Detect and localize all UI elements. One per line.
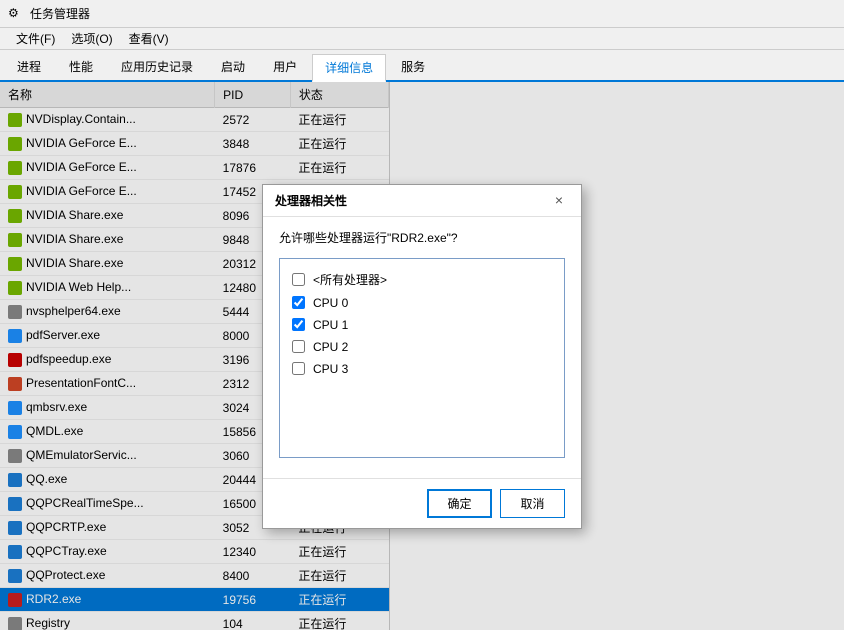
dialog-footer: 确定 取消 <box>263 478 581 528</box>
dialog-title-bar: 处理器相关性 × <box>263 185 581 217</box>
dialog-overlay: 处理器相关性 × 允许哪些处理器运行"RDR2.exe"? <所有处理器> CP… <box>0 82 844 630</box>
dialog-description: 允许哪些处理器运行"RDR2.exe"? <box>279 229 565 246</box>
tab-processes[interactable]: 进程 <box>4 53 54 80</box>
processor-affinity-dialog: 处理器相关性 × 允许哪些处理器运行"RDR2.exe"? <所有处理器> CP… <box>262 184 582 529</box>
dialog-body: 允许哪些处理器运行"RDR2.exe"? <所有处理器> CPU 0CPU 1C… <box>263 217 581 470</box>
cpu-all-label[interactable]: <所有处理器> <box>313 271 387 288</box>
cpu-all-item: <所有处理器> <box>288 267 556 292</box>
tab-bar: 进程 性能 应用历史记录 启动 用户 详细信息 服务 <box>0 50 844 82</box>
cpu-1-checkbox[interactable] <box>292 318 305 331</box>
cpu-list-box: <所有处理器> CPU 0 CPU 1 CPU 2 CPU 3 <box>279 258 565 458</box>
cpu-2-label[interactable]: CPU 2 <box>313 340 348 354</box>
dialog-close-button[interactable]: × <box>549 190 569 210</box>
cpu-2-checkbox[interactable] <box>292 340 305 353</box>
menu-view[interactable]: 查看(V) <box>121 28 177 49</box>
cpu-2-item: CPU 2 <box>288 336 556 358</box>
cpu-all-checkbox[interactable] <box>292 273 305 286</box>
confirm-button[interactable]: 确定 <box>427 489 492 518</box>
cpu-0-item: CPU 0 <box>288 292 556 314</box>
cpu-3-label[interactable]: CPU 3 <box>313 362 348 376</box>
main-content: 名称 PID 状态 NVDisplay.Contain...2572正在运行NV… <box>0 82 844 630</box>
tab-startup[interactable]: 启动 <box>208 53 258 80</box>
tab-details[interactable]: 详细信息 <box>312 54 386 82</box>
dialog-title: 处理器相关性 <box>275 192 347 209</box>
app-title: 任务管理器 <box>30 5 90 22</box>
app-icon: ⚙ <box>8 6 24 22</box>
menu-file[interactable]: 文件(F) <box>8 28 63 49</box>
title-bar: ⚙ 任务管理器 <box>0 0 844 28</box>
cpu-3-checkbox[interactable] <box>292 362 305 375</box>
cpu-1-label[interactable]: CPU 1 <box>313 318 348 332</box>
cpu-0-label[interactable]: CPU 0 <box>313 296 348 310</box>
cpu-3-item: CPU 3 <box>288 358 556 380</box>
menu-bar: 文件(F) 选项(O) 查看(V) <box>0 28 844 50</box>
cpu-0-checkbox[interactable] <box>292 296 305 309</box>
cpu-items-container: CPU 0 CPU 1 CPU 2 CPU 3 <box>288 292 556 380</box>
tab-users[interactable]: 用户 <box>260 53 310 80</box>
cancel-button[interactable]: 取消 <box>500 489 565 518</box>
cpu-1-item: CPU 1 <box>288 314 556 336</box>
tab-services[interactable]: 服务 <box>388 53 438 80</box>
tab-performance[interactable]: 性能 <box>56 53 106 80</box>
menu-options[interactable]: 选项(O) <box>63 28 120 49</box>
tab-app-history[interactable]: 应用历史记录 <box>108 53 206 80</box>
